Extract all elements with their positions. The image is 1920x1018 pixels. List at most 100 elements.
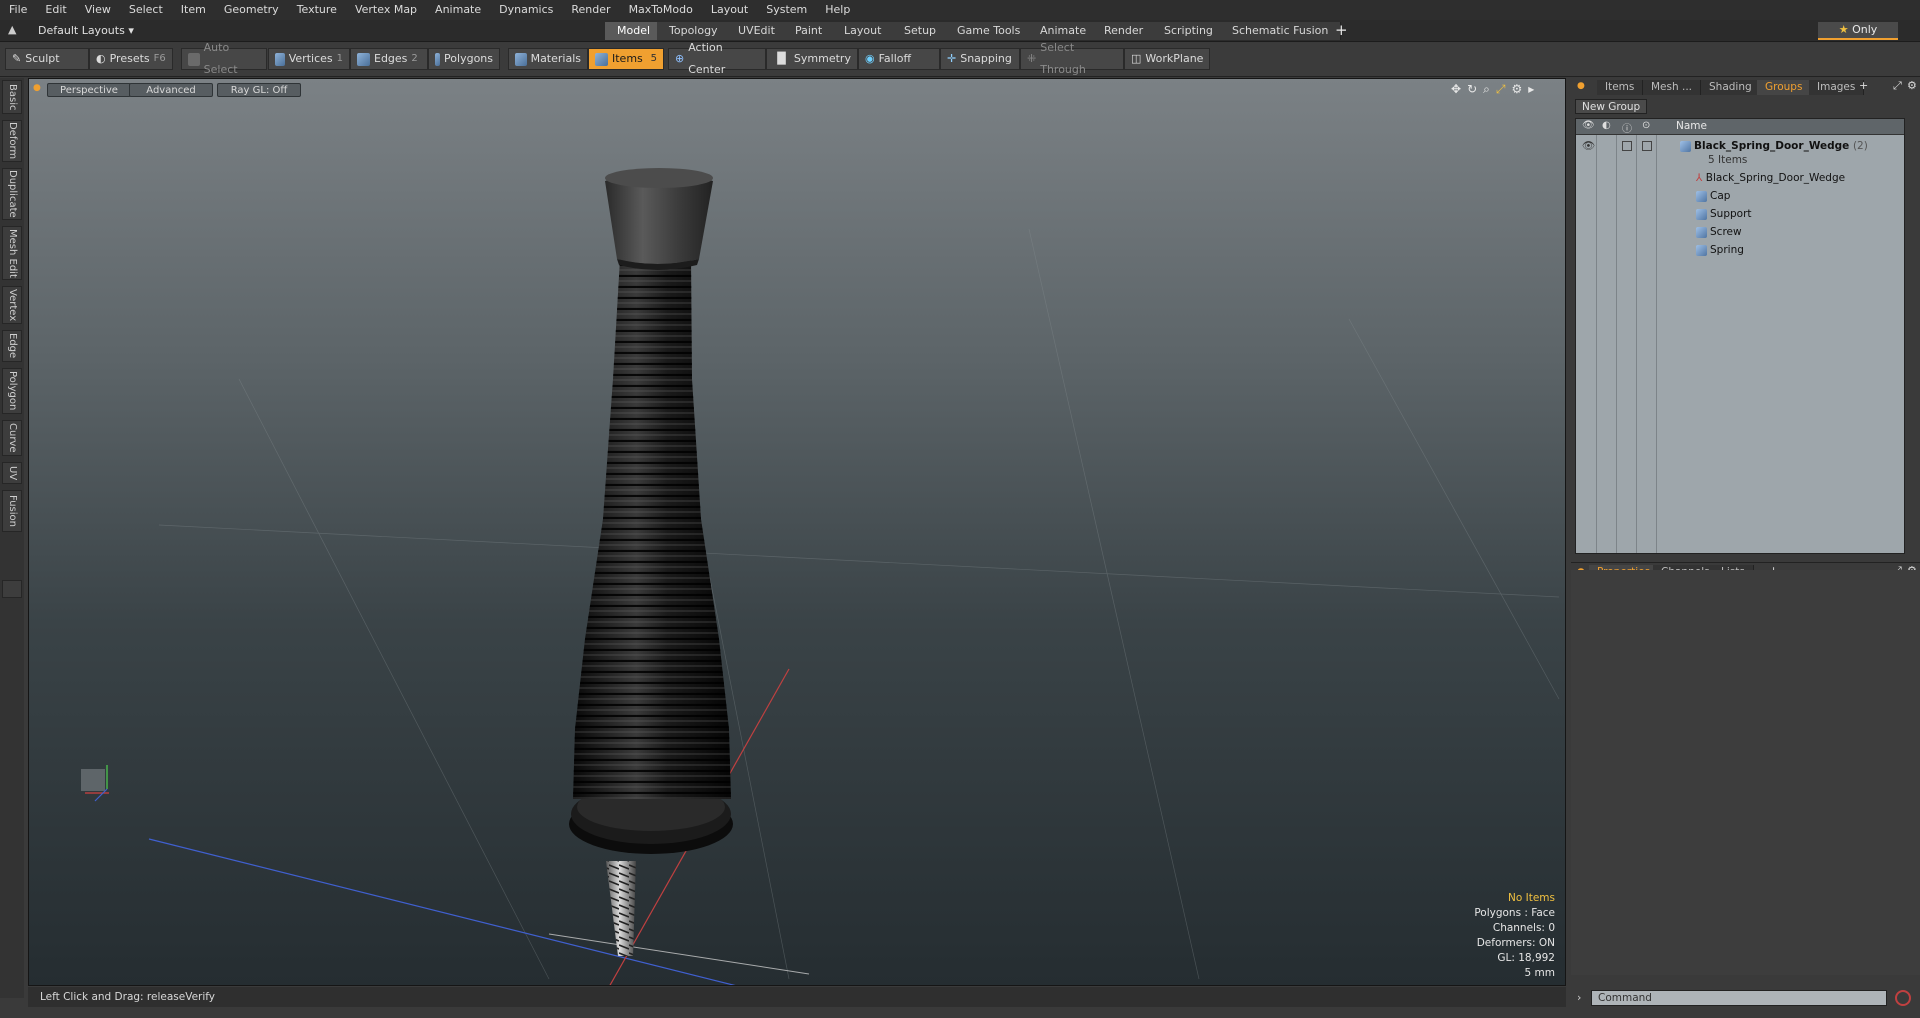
tab-setup[interactable]: Setup bbox=[892, 22, 950, 40]
tab-layout[interactable]: Layout bbox=[832, 22, 895, 40]
render-col-icon[interactable]: ◐ bbox=[1602, 120, 1611, 131]
tab-edge[interactable]: Edge bbox=[2, 330, 22, 362]
tab-uv[interactable]: UV bbox=[2, 462, 22, 484]
tab-mesh-edit[interactable]: Mesh Edit bbox=[2, 226, 22, 280]
mesh-icon bbox=[1696, 226, 1707, 238]
lock-checkbox[interactable] bbox=[1622, 141, 1632, 151]
tab-basic[interactable]: Basic bbox=[2, 80, 22, 114]
falloff-button[interactable]: ◉ Falloff bbox=[858, 48, 940, 70]
vertices-icon bbox=[275, 52, 285, 66]
menu-maxtomodo[interactable]: MaxToModo bbox=[620, 0, 702, 20]
menu-geometry[interactable]: Geometry bbox=[215, 0, 288, 20]
materials-button[interactable]: Materials bbox=[508, 48, 588, 70]
items-button[interactable]: Items 5 bbox=[588, 48, 664, 70]
tab-schematic-fusion[interactable]: Schematic Fusion bbox=[1220, 22, 1342, 40]
menu-view[interactable]: View bbox=[76, 0, 120, 20]
polygons-button[interactable]: Polygons bbox=[428, 48, 500, 70]
tab-model[interactable]: Model bbox=[605, 22, 664, 40]
tab-extra[interactable] bbox=[2, 580, 22, 598]
status-bar: Left Click and Drag: releaseVerify bbox=[28, 987, 1566, 1007]
layout-selector[interactable]: Default Layouts ▾ bbox=[38, 22, 134, 40]
visibility-col-icon[interactable]: 👁 bbox=[1582, 120, 1595, 131]
sculpt-button[interactable]: ✎ Sculpt bbox=[5, 48, 89, 70]
action-center-label: Action Center bbox=[688, 41, 726, 76]
menu-help[interactable]: Help bbox=[816, 0, 859, 20]
vertices-shortcut: 1 bbox=[336, 53, 343, 64]
falloff-icon: ◉ bbox=[865, 52, 875, 65]
visibility-eye-icon[interactable]: 👁 bbox=[1582, 137, 1595, 155]
toolbar: ✎ Sculpt ◐ Presets F6 Auto Select Vertic… bbox=[0, 41, 1920, 77]
tab-images[interactable]: Images bbox=[1809, 80, 1865, 95]
menu-file[interactable]: File bbox=[0, 0, 36, 20]
orientation-gizmo bbox=[81, 765, 109, 802]
new-group-button[interactable]: New Group bbox=[1575, 99, 1648, 114]
group-child-row[interactable]: Spring bbox=[1576, 241, 1906, 259]
menu-animate[interactable]: Animate bbox=[426, 0, 490, 20]
only-toggle[interactable]: ★ Only bbox=[1818, 22, 1898, 40]
record-icon[interactable] bbox=[1895, 990, 1911, 1006]
auto-select-button[interactable]: Auto Select bbox=[181, 41, 267, 76]
child-label: Support bbox=[1710, 208, 1752, 220]
mesh-icon bbox=[1696, 208, 1707, 220]
expand-icon[interactable]: ⤢ bbox=[1893, 79, 1902, 93]
lock-col-icon[interactable]: ⓘ bbox=[1622, 120, 1632, 135]
command-input[interactable]: Command bbox=[1591, 990, 1887, 1006]
mesh-icon bbox=[1696, 190, 1707, 202]
child-label: Black_Spring_Door_Wedge bbox=[1705, 172, 1846, 184]
menu-layout[interactable]: Layout bbox=[702, 0, 757, 20]
viewport-stats: No Items Polygons : Face Channels: 0 Def… bbox=[1474, 891, 1555, 981]
menu-texture[interactable]: Texture bbox=[288, 0, 346, 20]
workplane-button[interactable]: ◫ WorkPlane bbox=[1124, 48, 1210, 70]
tab-groups[interactable]: Groups bbox=[1757, 80, 1812, 95]
crosshair-icon: ⊕ bbox=[675, 52, 685, 65]
group-child-row[interactable]: ⅄ Black_Spring_Door_Wedge bbox=[1576, 169, 1906, 187]
add-tab-icon[interactable]: + bbox=[1335, 21, 1348, 39]
menu-select[interactable]: Select bbox=[120, 0, 172, 20]
vertices-button[interactable]: Vertices 1 bbox=[268, 48, 350, 70]
snapping-label: Snapping bbox=[960, 52, 1012, 65]
action-center-button[interactable]: ⊕ Action Center bbox=[668, 41, 766, 76]
add-panel-tab-icon[interactable]: + bbox=[1859, 79, 1868, 92]
vertices-label: Vertices bbox=[288, 52, 333, 65]
edges-button[interactable]: Edges 2 bbox=[350, 48, 428, 70]
tab-game-tools[interactable]: Game Tools bbox=[945, 22, 1034, 40]
menu-render[interactable]: Render bbox=[562, 0, 619, 20]
menu-system[interactable]: System bbox=[757, 0, 816, 20]
presets-button[interactable]: ◐ Presets F6 bbox=[89, 48, 173, 70]
tab-scripting[interactable]: Scripting bbox=[1152, 22, 1226, 40]
snapping-button[interactable]: ✛ Snapping bbox=[940, 48, 1020, 70]
tab-shading[interactable]: Shading bbox=[1701, 80, 1761, 95]
mesh-locator-icon: ⅄ bbox=[1696, 172, 1703, 184]
stat-polygons: Polygons : Face bbox=[1474, 907, 1555, 919]
menu-item[interactable]: Item bbox=[172, 0, 215, 20]
symmetry-button[interactable]: ▐▌ Symmetry bbox=[766, 48, 858, 70]
tab-fusion[interactable]: Fusion bbox=[2, 490, 22, 532]
layout-selector-label: Default Layouts bbox=[38, 24, 125, 37]
tab-duplicate[interactable]: Duplicate bbox=[2, 168, 22, 220]
snapping-icon: ✛ bbox=[947, 52, 957, 65]
panel-gear-icon[interactable]: ⚙ bbox=[1907, 79, 1917, 92]
group-child-row[interactable]: Screw bbox=[1576, 223, 1906, 241]
properties-panel bbox=[1571, 570, 1920, 975]
tab-curve[interactable]: Curve bbox=[2, 420, 22, 456]
menu-edit[interactable]: Edit bbox=[36, 0, 75, 20]
select-through-button[interactable]: ⁜ Select Through bbox=[1020, 41, 1124, 76]
presets-label: Presets bbox=[109, 52, 150, 65]
tab-items[interactable]: Items bbox=[1597, 80, 1644, 95]
tab-vertex[interactable]: Vertex bbox=[2, 286, 22, 324]
auto-select-label: Auto Select bbox=[203, 41, 238, 76]
menu-dynamics[interactable]: Dynamics bbox=[490, 0, 562, 20]
tab-deform[interactable]: Deform bbox=[2, 120, 22, 162]
menu-vertex-map[interactable]: Vertex Map bbox=[346, 0, 426, 20]
select-checkbox[interactable] bbox=[1642, 141, 1652, 151]
tab-paint[interactable]: Paint bbox=[783, 22, 836, 40]
panel-options-icon[interactable]: ● bbox=[1577, 81, 1585, 91]
tab-polygon[interactable]: Polygon bbox=[2, 368, 22, 414]
3d-viewport[interactable]: ● Perspective Advanced Ray GL: Off ✥ ↻ ⌕… bbox=[28, 78, 1566, 986]
collapse-icon[interactable]: ▲ bbox=[8, 23, 16, 36]
select-col-icon[interactable]: ⊙ bbox=[1642, 120, 1650, 131]
group-child-row[interactable]: Cap bbox=[1576, 187, 1906, 205]
group-child-row[interactable]: Support bbox=[1576, 205, 1906, 223]
edges-icon bbox=[357, 52, 370, 66]
tab-mesh[interactable]: Mesh ... bbox=[1643, 80, 1701, 95]
